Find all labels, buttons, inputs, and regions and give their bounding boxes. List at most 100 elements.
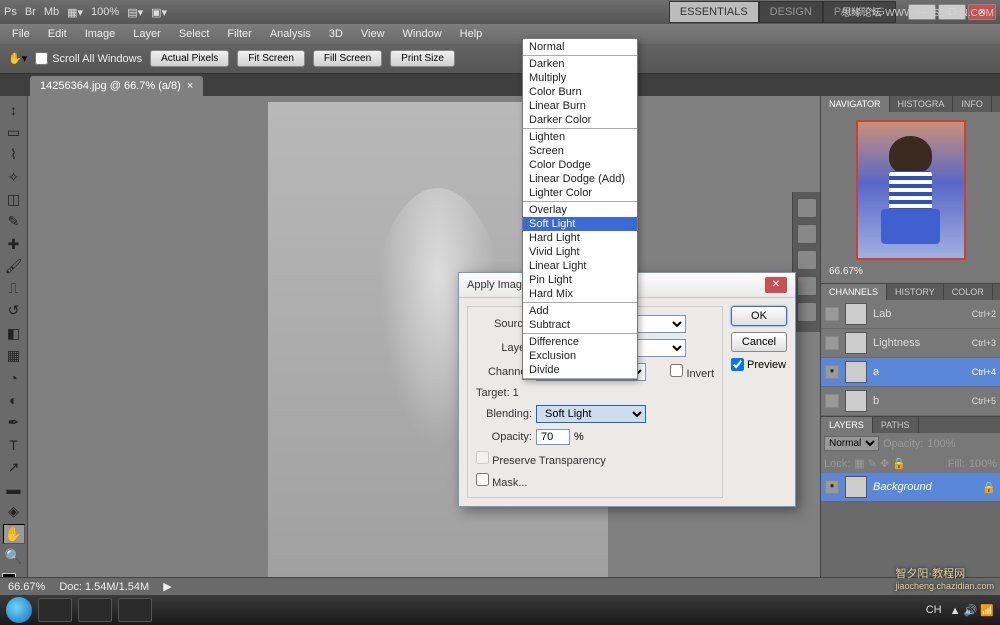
shape-tool-icon[interactable]: ▬ bbox=[3, 479, 25, 499]
view-icon[interactable]: ▣▾ bbox=[151, 6, 167, 19]
tab-channels[interactable]: CHANNELS bbox=[821, 284, 887, 300]
zoom-level[interactable]: 100% bbox=[91, 6, 119, 18]
tab-history2[interactable]: HISTORY bbox=[887, 284, 944, 300]
document-tab[interactable]: 14256364.jpg @ 66.7% (a/8)× bbox=[30, 76, 203, 96]
menu-window[interactable]: Window bbox=[395, 26, 450, 42]
tray-lang[interactable]: CH bbox=[926, 604, 942, 616]
blend-divide[interactable]: Divide bbox=[523, 363, 637, 377]
eyedropper-tool-icon[interactable]: ✎ bbox=[3, 212, 25, 232]
properties-panel-icon[interactable] bbox=[797, 276, 817, 296]
blend-lighter-color[interactable]: Lighter Color bbox=[523, 186, 637, 200]
menu-file[interactable]: File bbox=[4, 26, 38, 42]
navigator-thumbnail[interactable] bbox=[856, 120, 966, 260]
blend-screen[interactable]: Screen bbox=[523, 144, 637, 158]
heal-tool-icon[interactable]: ✚ bbox=[3, 234, 25, 254]
dialog-close-button[interactable]: ✕ bbox=[765, 277, 787, 293]
tab-color[interactable]: COLOR bbox=[944, 284, 993, 300]
print-size-button[interactable]: Print Size bbox=[390, 50, 455, 67]
blend-pin-light[interactable]: Pin Light bbox=[523, 273, 637, 287]
blend-linear-dodge-add-[interactable]: Linear Dodge (Add) bbox=[523, 172, 637, 186]
arrange-icon[interactable]: ▦▾ bbox=[67, 6, 83, 19]
start-button[interactable] bbox=[6, 597, 32, 623]
stamp-tool-icon[interactable]: ⎍ bbox=[3, 279, 25, 299]
fit-screen-button[interactable]: Fit Screen bbox=[237, 50, 305, 67]
lasso-tool-icon[interactable]: ⌇ bbox=[3, 145, 25, 165]
channel-visibility-icon[interactable] bbox=[825, 336, 839, 350]
gradient-tool-icon[interactable]: ▦ bbox=[3, 345, 25, 365]
history-brush-icon[interactable]: ↺ bbox=[3, 301, 25, 321]
close-tab-icon[interactable]: × bbox=[187, 80, 193, 92]
path-tool-icon[interactable]: ↗ bbox=[3, 457, 25, 477]
menu-image[interactable]: Image bbox=[77, 26, 124, 42]
layer-blend-select[interactable]: Normal bbox=[824, 436, 879, 451]
blend-vivid-light[interactable]: Vivid Light bbox=[523, 245, 637, 259]
blend-hard-mix[interactable]: Hard Mix bbox=[523, 287, 637, 301]
opacity-value[interactable]: 100% bbox=[927, 438, 955, 450]
hand-tool-icon[interactable]: ✋ bbox=[3, 524, 25, 544]
scroll-all-checkbox[interactable]: Scroll All Windows bbox=[35, 52, 142, 65]
cancel-button[interactable]: Cancel bbox=[731, 332, 787, 352]
ok-button[interactable]: OK bbox=[731, 306, 787, 326]
blending-select[interactable]: Soft Light bbox=[536, 405, 646, 423]
channel-row-b[interactable]: bCtrl+5 bbox=[821, 387, 1000, 416]
tab-histogram[interactable]: HISTOGRA bbox=[890, 96, 954, 112]
layer-visibility-icon[interactable] bbox=[825, 480, 839, 494]
opacity-input[interactable] bbox=[536, 429, 570, 445]
blur-tool-icon[interactable]: ◔ bbox=[3, 368, 25, 388]
bridge-icon[interactable]: Br bbox=[25, 6, 36, 18]
lock-icons[interactable]: ▦ ✎ ✥ 🔒 bbox=[854, 457, 906, 470]
brush-panel-icon[interactable] bbox=[797, 302, 817, 322]
menu-edit[interactable]: Edit bbox=[40, 26, 75, 42]
channel-row-a[interactable]: aCtrl+4 bbox=[821, 358, 1000, 387]
hand-tool-icon[interactable]: ✋▾ bbox=[8, 52, 27, 65]
blend-subtract[interactable]: Subtract bbox=[523, 318, 637, 332]
marquee-tool-icon[interactable]: ▭ bbox=[3, 122, 25, 142]
actual-pixels-button[interactable]: Actual Pixels bbox=[150, 50, 229, 67]
blend-overlay[interactable]: Overlay bbox=[523, 203, 637, 217]
blend-color-dodge[interactable]: Color Dodge bbox=[523, 158, 637, 172]
tray-icons[interactable]: ▲ 🔊 📶 bbox=[950, 604, 994, 617]
invert-checkbox[interactable]: Invert bbox=[658, 364, 714, 380]
blend-linear-light[interactable]: Linear Light bbox=[523, 259, 637, 273]
blend-color-burn[interactable]: Color Burn bbox=[523, 85, 637, 99]
move-tool-icon[interactable]: ↕ bbox=[3, 100, 25, 120]
wand-tool-icon[interactable]: ✧ bbox=[3, 167, 25, 187]
3d-tool-icon[interactable]: ◈ bbox=[3, 502, 25, 522]
menu-select[interactable]: Select bbox=[171, 26, 218, 42]
status-arrow-icon[interactable]: ▶ bbox=[163, 580, 171, 593]
blend-lighten[interactable]: Lighten bbox=[523, 130, 637, 144]
mb-panel-icon[interactable] bbox=[797, 198, 817, 218]
eraser-tool-icon[interactable]: ◧ bbox=[3, 323, 25, 343]
task-lr-icon[interactable] bbox=[78, 598, 112, 622]
brush-tool-icon[interactable]: 🖌 bbox=[3, 256, 25, 276]
navigator-zoom[interactable]: 66.67% bbox=[825, 264, 996, 279]
blend-difference[interactable]: Difference bbox=[523, 335, 637, 349]
preview-checkbox[interactable]: Preview bbox=[731, 358, 787, 371]
pen-tool-icon[interactable]: ✒ bbox=[3, 412, 25, 432]
fill-value[interactable]: 100% bbox=[969, 458, 997, 470]
tab-navigator[interactable]: NAVIGATOR bbox=[821, 96, 890, 112]
history-panel-icon[interactable] bbox=[797, 224, 817, 244]
hand-icon[interactable]: ▤▾ bbox=[127, 6, 143, 19]
blend-normal[interactable]: Normal bbox=[523, 40, 637, 54]
tab-paths[interactable]: PATHS bbox=[873, 417, 919, 433]
fill-screen-button[interactable]: Fill Screen bbox=[313, 50, 382, 67]
zoom-tool-icon[interactable]: 🔍 bbox=[3, 546, 25, 566]
tab-info[interactable]: INFO bbox=[953, 96, 992, 112]
layer-row-background[interactable]: Background 🔒 bbox=[821, 473, 1000, 502]
blend-multiply[interactable]: Multiply bbox=[523, 71, 637, 85]
task-explorer-icon[interactable] bbox=[118, 598, 152, 622]
menu-analysis[interactable]: Analysis bbox=[262, 26, 319, 42]
channel-visibility-icon[interactable] bbox=[825, 307, 839, 321]
menu-layer[interactable]: Layer bbox=[125, 26, 169, 42]
channel-visibility-icon[interactable] bbox=[825, 394, 839, 408]
task-ps-icon[interactable] bbox=[38, 598, 72, 622]
menu-filter[interactable]: Filter bbox=[219, 26, 259, 42]
dodge-tool-icon[interactable]: ◐ bbox=[3, 390, 25, 410]
blend-hard-light[interactable]: Hard Light bbox=[523, 231, 637, 245]
blend-exclusion[interactable]: Exclusion bbox=[523, 349, 637, 363]
crop-tool-icon[interactable]: ◫ bbox=[3, 189, 25, 209]
workspace-design[interactable]: DESIGN bbox=[759, 1, 823, 23]
channel-row-lab[interactable]: LabCtrl+2 bbox=[821, 300, 1000, 329]
blend-soft-light[interactable]: Soft Light bbox=[523, 217, 637, 231]
